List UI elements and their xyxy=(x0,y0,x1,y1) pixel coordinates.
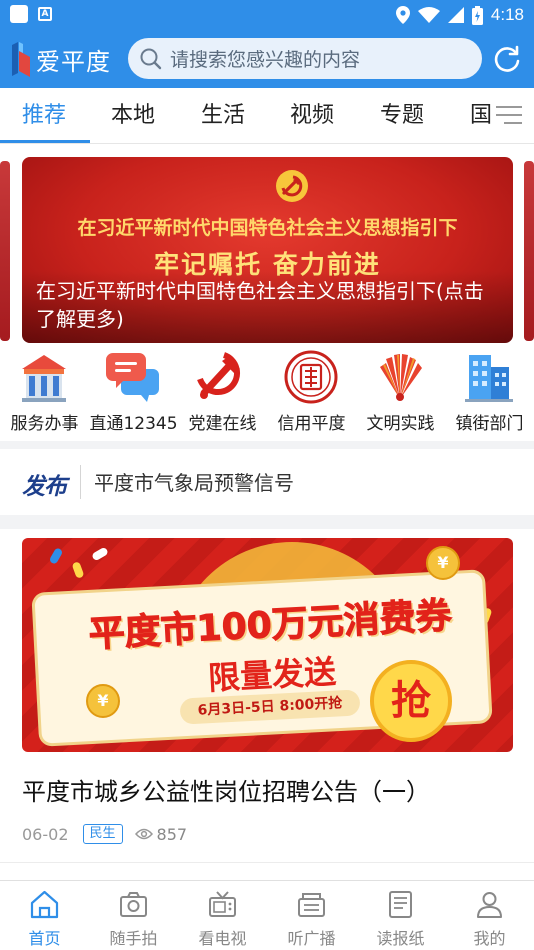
radio-icon xyxy=(298,893,325,917)
status-bar: A 4:18 xyxy=(0,0,534,30)
nav-tv[interactable]: 看电视 xyxy=(178,881,267,950)
banner-headline: 在习近平新时代中国特色社会主义思想指引下 xyxy=(77,217,458,239)
view-count: 857 xyxy=(156,824,188,844)
notification-square-icon xyxy=(10,5,28,23)
quick-links: 服务办事 直通12345 党建在线 信用平度 文明实践 镇街部门 xyxy=(0,345,534,441)
confetti xyxy=(91,546,109,562)
notice-divider xyxy=(80,465,81,499)
refresh-icon[interactable] xyxy=(492,44,522,74)
nav-label: 看电视 xyxy=(198,929,247,948)
coin-icon: ¥ xyxy=(426,546,460,580)
signal-icon xyxy=(447,7,464,23)
quick-link-departments[interactable]: 镇街部门 xyxy=(445,345,534,441)
quick-link-party[interactable]: 党建在线 xyxy=(178,345,267,441)
next-slide-peek[interactable] xyxy=(524,161,534,341)
banner-carousel[interactable]: 在习近平新时代中国特色社会主义思想指引下 牢记嘱托 奋力前进 在习近平新时代中国… xyxy=(0,155,534,345)
tab-life[interactable]: 生活 xyxy=(201,88,245,144)
quick-link-service[interactable]: 服务办事 xyxy=(0,345,89,441)
section-divider xyxy=(0,515,534,529)
tab-menu-icon[interactable] xyxy=(492,102,528,130)
search-bar[interactable]: 请搜索您感兴趣的内容 xyxy=(128,38,482,79)
category-tabs: 推荐 本地 生活 视频 专题 国 xyxy=(0,88,534,144)
party-emblem-icon xyxy=(276,170,308,202)
publish-badge: 发布 xyxy=(22,474,67,500)
banner-caption: 在习近平新时代中国特色社会主义思想指引下(点击了解更多) xyxy=(22,271,513,343)
nav-label: 随手拍 xyxy=(109,929,158,948)
bottom-navigation: 首页 随手拍 看电视 听广播 读报纸 我的 xyxy=(0,880,534,950)
tab-video[interactable]: 视频 xyxy=(290,88,334,144)
nav-radio[interactable]: 听广播 xyxy=(267,881,356,950)
quick-link-label: 镇街部门 xyxy=(455,414,524,434)
location-icon xyxy=(395,6,410,24)
nav-label: 首页 xyxy=(28,929,61,948)
newspaper-icon xyxy=(389,891,412,918)
quick-link-civilization[interactable]: 文明实践 xyxy=(356,345,445,441)
tab-topic[interactable]: 专题 xyxy=(380,88,424,144)
quick-link-label: 服务办事 xyxy=(10,414,79,434)
confetti xyxy=(71,561,85,579)
a-letter-icon: A xyxy=(38,7,52,21)
section-divider xyxy=(0,441,534,449)
article-date: 06-02 xyxy=(22,824,69,844)
promo-banner[interactable]: 平度市100万元消费券 限量发送 6月3日-5日 8:00开抢 ¥ ¥ 抢 xyxy=(22,538,513,752)
quick-link-hotline[interactable]: 直通12345 xyxy=(89,345,178,441)
government-building-icon xyxy=(22,355,66,402)
eye-icon xyxy=(134,828,153,840)
quick-link-label: 直通12345 xyxy=(89,414,178,434)
tab-national[interactable]: 国 xyxy=(470,88,492,144)
app-logo[interactable]: 爱平度 xyxy=(10,36,111,82)
nav-label: 听广播 xyxy=(287,929,336,948)
tv-icon xyxy=(209,891,236,917)
promo-grab-badge: 抢 xyxy=(370,660,452,742)
article-title[interactable]: 平度市城乡公益性岗位招聘公告（一） xyxy=(22,772,430,807)
office-buildings-icon xyxy=(465,355,513,402)
confetti xyxy=(48,547,64,565)
nav-label: 我的 xyxy=(473,929,506,948)
tab-local[interactable]: 本地 xyxy=(111,88,155,144)
nav-profile[interactable]: 我的 xyxy=(445,881,534,950)
article-meta: 06-02 民生 857 xyxy=(22,822,187,846)
home-icon xyxy=(30,890,59,919)
app-name: 爱平度 xyxy=(36,47,111,76)
nav-label: 读报纸 xyxy=(376,929,425,948)
wifi-icon xyxy=(417,7,440,23)
previous-slide-peek[interactable] xyxy=(0,161,10,341)
banner-slide[interactable]: 在习近平新时代中国特色社会主义思想指引下 牢记嘱托 奋力前进 在习近平新时代中国… xyxy=(22,157,513,343)
quick-link-label: 党建在线 xyxy=(188,414,257,434)
user-icon xyxy=(477,892,502,918)
status-time: 4:18 xyxy=(490,5,524,24)
article-views: 857 xyxy=(134,824,188,844)
party-emblem-icon xyxy=(197,352,241,399)
search-placeholder: 请搜索您感兴趣的内容 xyxy=(170,49,361,71)
article-tag: 民生 xyxy=(82,824,123,844)
quick-link-label: 文明实践 xyxy=(366,414,435,434)
quick-link-credit[interactable]: 信用平度 xyxy=(267,345,356,441)
logo-mark-icon xyxy=(12,42,30,77)
notice-text: 平度市气象局预警信号 xyxy=(94,471,294,495)
quick-link-label: 信用平度 xyxy=(277,414,346,434)
camera-icon xyxy=(120,892,147,917)
civilization-fan-icon xyxy=(380,354,422,401)
coin-icon: ¥ xyxy=(86,684,120,718)
nav-newspaper[interactable]: 读报纸 xyxy=(356,881,445,950)
chat-bubbles-icon xyxy=(106,353,159,402)
tab-recommend[interactable]: 推荐 xyxy=(22,88,66,144)
app-header: 爱平度 请搜索您感兴趣的内容 xyxy=(0,30,534,88)
search-icon xyxy=(140,48,162,69)
active-tab-indicator xyxy=(0,140,90,143)
list-divider xyxy=(0,862,534,863)
notice-bar[interactable]: 发布 平度市气象局预警信号 xyxy=(0,449,534,515)
nav-snapshot[interactable]: 随手拍 xyxy=(89,881,178,950)
credit-seal-icon xyxy=(284,350,338,404)
nav-home[interactable]: 首页 xyxy=(0,881,89,950)
battery-icon xyxy=(471,5,483,25)
